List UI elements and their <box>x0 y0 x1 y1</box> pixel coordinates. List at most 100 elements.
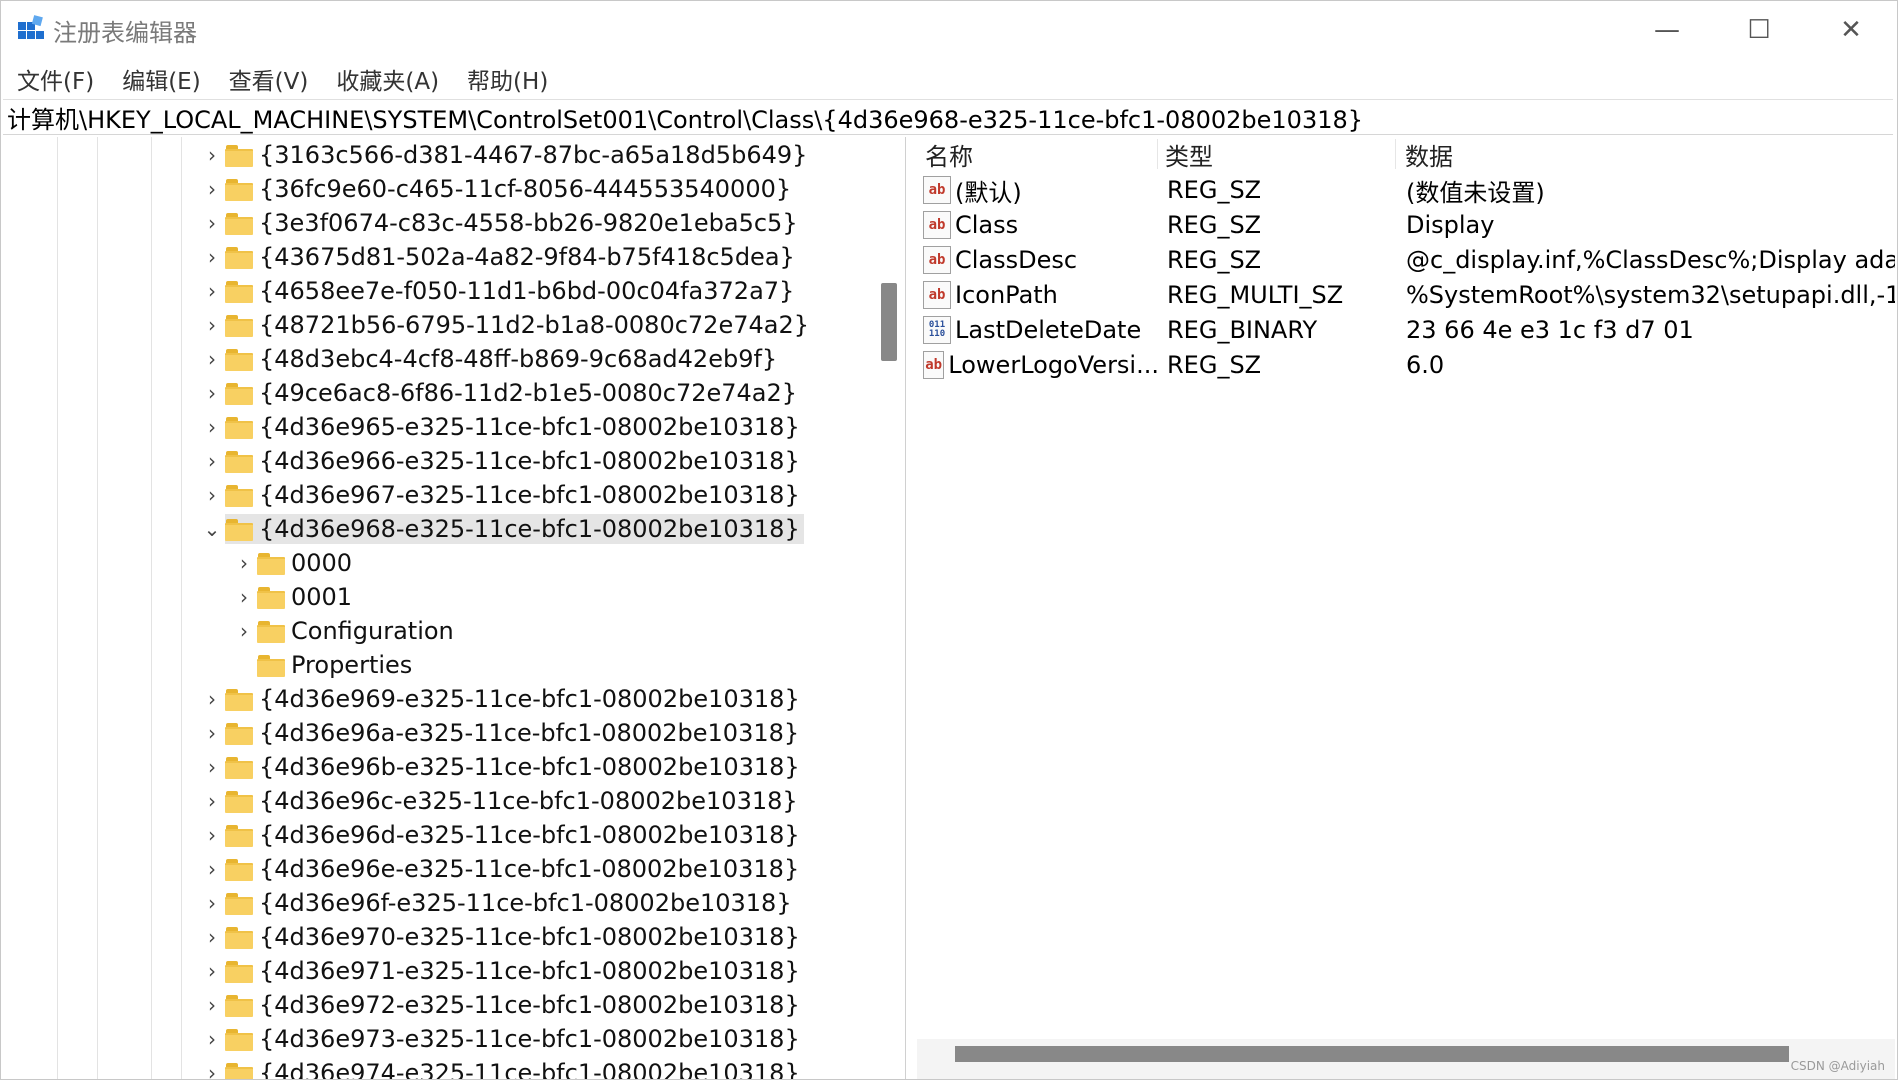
tree-node-content[interactable]: {48d3ebc4-4cf8-48ff-b869-9c68ad42eb9f} <box>225 344 781 374</box>
expand-chevron-icon[interactable]: › <box>199 886 225 920</box>
tree-node[interactable]: › {4d36e971-e325-11ce-bfc1-08002be10318} <box>199 954 804 988</box>
tree-node-content[interactable]: {4d36e973-e325-11ce-bfc1-08002be10318} <box>225 1024 804 1054</box>
tree-node-content[interactable]: {4d36e96c-e325-11ce-bfc1-08002be10318} <box>225 786 802 816</box>
tree-node-content[interactable]: {4d36e967-e325-11ce-bfc1-08002be10318} <box>225 480 804 510</box>
tree-node-content[interactable]: {3e3f0674-c83c-4558-bb26-9820e1eba5c5} <box>225 208 802 238</box>
tree-node[interactable]: › {4658ee7e-f050-11d1-b6bd-00c04fa372a7} <box>199 274 798 308</box>
expand-chevron-icon[interactable]: › <box>231 580 257 614</box>
expand-chevron-icon[interactable]: › <box>199 852 225 886</box>
menu-file[interactable]: 文件(F) <box>1 59 108 99</box>
value-name-cell[interactable]: ab ClassDesc <box>923 243 1159 277</box>
expand-chevron-icon[interactable]: › <box>199 206 225 240</box>
expand-chevron-icon[interactable]: › <box>199 716 225 750</box>
expand-chevron-icon[interactable]: › <box>199 172 225 206</box>
maximize-button[interactable]: ☐ <box>1713 1 1805 59</box>
tree-node-content[interactable]: {4d36e968-e325-11ce-bfc1-08002be10318} <box>225 514 804 544</box>
expand-chevron-icon[interactable]: › <box>199 138 225 172</box>
tree-scrollbar[interactable] <box>876 137 902 1079</box>
tree-node-content[interactable]: {4d36e96d-e325-11ce-bfc1-08002be10318} <box>225 820 804 850</box>
menu-view[interactable]: 查看(V) <box>215 59 323 99</box>
value-row[interactable]: ab IconPath REG_MULTI_SZ %SystemRoot%\syste… <box>917 278 1895 312</box>
tree-node[interactable]: › {4d36e96d-e325-11ce-bfc1-08002be10318} <box>199 818 804 852</box>
tree-node-content[interactable]: {4d36e965-e325-11ce-bfc1-08002be10318} <box>225 412 804 442</box>
value-name-cell[interactable]: 011 110 LastDeleteDate <box>923 313 1159 347</box>
tree-scrollbar-thumb[interactable] <box>881 283 897 361</box>
tree-node[interactable]: › {4d36e96a-e325-11ce-bfc1-08002be10318} <box>199 716 803 750</box>
expand-chevron-icon[interactable]: › <box>199 376 225 410</box>
tree-node[interactable]: › {4d36e96f-e325-11ce-bfc1-08002be10318} <box>199 886 796 920</box>
tree-node[interactable]: › {4d36e96b-e325-11ce-bfc1-08002be10318} <box>199 750 804 784</box>
tree-node-content[interactable]: {4d36e96b-e325-11ce-bfc1-08002be10318} <box>225 752 804 782</box>
tree-node[interactable]: › 0001 <box>231 580 356 614</box>
expand-chevron-icon[interactable]: › <box>199 444 225 478</box>
value-name-cell[interactable]: ab LowerLogoVersi... <box>923 348 1159 382</box>
expand-chevron-icon[interactable]: › <box>199 410 225 444</box>
tree-node-content[interactable]: {49ce6ac8-6f86-11d2-b1e5-0080c72e74a2} <box>225 378 801 408</box>
tree-node-content[interactable]: 0000 <box>257 548 356 578</box>
tree-node-content[interactable]: {4d36e96e-e325-11ce-bfc1-08002be10318} <box>225 854 803 884</box>
expand-chevron-icon[interactable]: › <box>199 1022 225 1056</box>
tree-node-content[interactable]: {4d36e972-e325-11ce-bfc1-08002be10318} <box>225 990 804 1020</box>
tree-node-content[interactable]: {4d36e971-e325-11ce-bfc1-08002be10318} <box>225 956 804 986</box>
tree-node[interactable]: ⌄ {4d36e968-e325-11ce-bfc1-08002be10318} <box>199 512 804 546</box>
tree-node-content[interactable]: {4d36e969-e325-11ce-bfc1-08002be10318} <box>225 684 804 714</box>
tree-node[interactable]: › {48d3ebc4-4cf8-48ff-b869-9c68ad42eb9f} <box>199 342 781 376</box>
tree-node[interactable]: › {4d36e973-e325-11ce-bfc1-08002be10318} <box>199 1022 804 1056</box>
expand-chevron-icon[interactable]: › <box>231 614 257 648</box>
tree-node-content[interactable]: 0001 <box>257 582 356 612</box>
expand-chevron-icon[interactable]: › <box>199 954 225 988</box>
expand-chevron-icon[interactable]: › <box>199 784 225 818</box>
menu-help[interactable]: 帮助(H) <box>453 59 562 99</box>
values-scrollbar-thumb[interactable] <box>955 1046 1789 1062</box>
value-row[interactable]: ab Class REG_SZ Display <box>917 208 1895 242</box>
tree-node[interactable]: › {43675d81-502a-4a82-9f84-b75f418c5dea} <box>199 240 799 274</box>
tree-node[interactable]: Properties <box>231 648 416 682</box>
tree-node-content[interactable]: Configuration <box>257 616 458 646</box>
tree-node[interactable]: › {4d36e970-e325-11ce-bfc1-08002be10318} <box>199 920 804 954</box>
tree-node-content[interactable]: {4658ee7e-f050-11d1-b6bd-00c04fa372a7} <box>225 276 798 306</box>
tree-node-content[interactable]: {4d36e974-e325-11ce-bfc1-08002be10318} <box>225 1058 804 1079</box>
value-row[interactable]: 011 110 LastDeleteDate REG_BINARY 23 66 4e e… <box>917 313 1895 347</box>
tree-node-content[interactable]: {36fc9e60-c465-11cf-8056-444553540000} <box>225 174 795 204</box>
minimize-button[interactable]: — <box>1621 1 1713 59</box>
collapse-chevron-icon[interactable]: ⌄ <box>199 512 225 546</box>
tree-node[interactable]: › {4d36e974-e325-11ce-bfc1-08002be10318} <box>199 1056 804 1079</box>
expand-chevron-icon[interactable]: › <box>199 818 225 852</box>
tree-node[interactable]: › {4d36e96e-e325-11ce-bfc1-08002be10318} <box>199 852 803 886</box>
expand-chevron-icon[interactable]: › <box>231 546 257 580</box>
expand-chevron-icon[interactable]: › <box>199 682 225 716</box>
tree-node[interactable]: › {4d36e965-e325-11ce-bfc1-08002be10318} <box>199 410 804 444</box>
expand-chevron-icon[interactable]: › <box>199 920 225 954</box>
expand-chevron-icon[interactable]: › <box>199 478 225 512</box>
tree-node-content[interactable]: {48721b56-6795-11d2-b1a8-0080c72e74a2} <box>225 310 813 340</box>
tree-node[interactable]: › 0000 <box>231 546 356 580</box>
expand-chevron-icon[interactable]: › <box>199 1056 225 1079</box>
value-row[interactable]: ab ClassDesc REG_SZ @c_display.inf,%ClassDe… <box>917 243 1895 277</box>
expand-chevron-icon[interactable]: › <box>199 750 225 784</box>
tree-node-content[interactable]: {4d36e970-e325-11ce-bfc1-08002be10318} <box>225 922 804 952</box>
menu-favorites[interactable]: 收藏夹(A) <box>322 59 453 99</box>
column-header-name[interactable]: 名称 <box>925 137 973 171</box>
expand-chevron-icon[interactable]: › <box>199 988 225 1022</box>
tree-node[interactable]: › {4d36e96c-e325-11ce-bfc1-08002be10318} <box>199 784 802 818</box>
menu-edit[interactable]: 编辑(E) <box>108 59 214 99</box>
column-header-type[interactable]: 类型 <box>1165 137 1213 171</box>
key-tree-pane[interactable]: › {3163c566-d381-4467-87bc-a65a18d5b649} ›… <box>3 137 906 1079</box>
tree-node[interactable]: › {49ce6ac8-6f86-11d2-b1e5-0080c72e74a2} <box>199 376 801 410</box>
expand-chevron-icon[interactable]: › <box>199 274 225 308</box>
tree-node-content[interactable]: {4d36e96a-e325-11ce-bfc1-08002be10318} <box>225 718 803 748</box>
close-button[interactable]: ✕ <box>1805 1 1897 59</box>
address-bar[interactable]: 计算机\HKEY_LOCAL_MACHINE\SYSTEM\ControlSet… <box>3 99 1893 135</box>
value-name-cell[interactable]: ab IconPath <box>923 278 1159 312</box>
tree-node[interactable]: › {4d36e966-e325-11ce-bfc1-08002be10318} <box>199 444 804 478</box>
tree-node[interactable]: › {4d36e969-e325-11ce-bfc1-08002be10318} <box>199 682 804 716</box>
expand-chevron-icon[interactable]: › <box>199 240 225 274</box>
value-name-cell[interactable]: ab (默认) <box>923 173 1159 207</box>
tree-node[interactable]: › {4d36e967-e325-11ce-bfc1-08002be10318} <box>199 478 804 512</box>
values-pane[interactable]: 名称 类型 数据 ab (默认) REG_SZ (数值未设置) ab Class REG_S… <box>917 137 1895 1079</box>
tree-node-content[interactable]: {4d36e96f-e325-11ce-bfc1-08002be10318} <box>225 888 796 918</box>
tree-node-content[interactable]: Properties <box>257 650 416 680</box>
column-header-data[interactable]: 数据 <box>1405 137 1453 171</box>
expand-chevron-icon[interactable]: › <box>199 308 225 342</box>
column-separator[interactable] <box>1157 139 1158 169</box>
